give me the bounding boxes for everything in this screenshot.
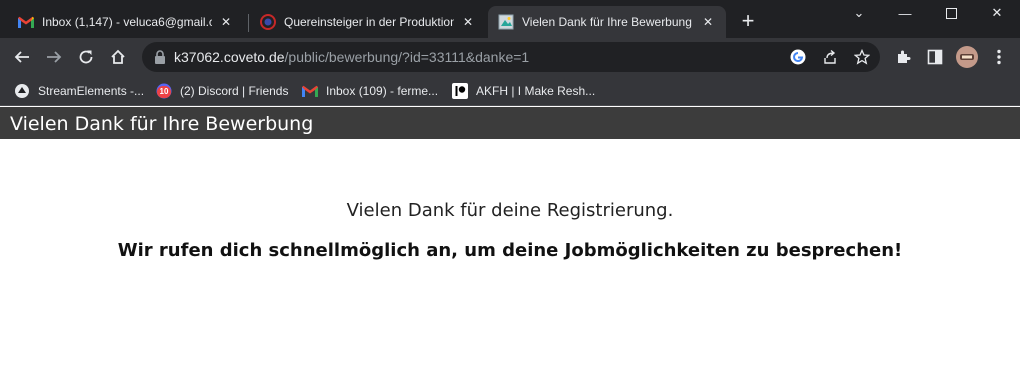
lock-icon xyxy=(155,50,165,64)
confirmation-message: Vielen Dank für deine Registrierung. xyxy=(346,200,674,221)
page-title: Vielen Dank für Ihre Bewerbung xyxy=(10,113,314,135)
maximize-icon[interactable] xyxy=(928,0,974,26)
streamelements-icon xyxy=(14,83,30,99)
site-icon xyxy=(260,14,276,30)
forward-button[interactable] xyxy=(40,43,68,71)
tab-title: Inbox (1,147) - veluca6@gmail.co xyxy=(42,15,212,29)
reload-button[interactable] xyxy=(72,43,100,71)
new-tab-button[interactable]: + xyxy=(736,10,760,34)
gmail-icon xyxy=(18,14,34,30)
url-host: k37062.coveto.de xyxy=(174,49,285,65)
tab-title: Vielen Dank für Ihre Bewerbung xyxy=(522,15,692,29)
bookmark-label: AKFH | I Make Resh... xyxy=(476,84,596,98)
google-translate-icon[interactable] xyxy=(788,47,808,67)
browser-toolbar: k37062.coveto.de/public/bewerbung/?id=33… xyxy=(0,38,1020,76)
address-bar[interactable]: k37062.coveto.de/public/bewerbung/?id=33… xyxy=(142,42,880,72)
discord-icon: 10 xyxy=(156,83,172,99)
close-icon[interactable]: ✕ xyxy=(460,14,476,30)
close-icon[interactable]: ✕ xyxy=(700,14,716,30)
close-window-icon[interactable]: ✕ xyxy=(974,0,1020,26)
side-panel-icon[interactable] xyxy=(925,47,945,67)
notification-badge: 10 xyxy=(157,86,171,98)
patreon-icon xyxy=(452,83,468,99)
tab-quereinsteiger[interactable]: Quereinsteiger in der Produktion ✕ xyxy=(250,6,486,38)
bookmark-star-icon[interactable] xyxy=(852,47,872,67)
bookmark-discord[interactable]: 10 (2) Discord | Friends xyxy=(156,80,288,102)
bookmark-label: StreamElements -... xyxy=(38,84,145,98)
bookmark-label: (2) Discord | Friends xyxy=(180,84,289,98)
url-path: /public/bewerbung/?id=33111&danke=1 xyxy=(284,49,530,65)
chevron-down-icon[interactable]: ⌄ xyxy=(836,0,882,26)
extensions-icon[interactable] xyxy=(893,47,913,67)
share-icon[interactable] xyxy=(820,47,840,67)
gmail-icon xyxy=(302,83,318,99)
bookmarks-bar: StreamElements -... 10 (2) Discord | Fri… xyxy=(0,76,1020,106)
page-content: Vielen Dank für deine Registrierung. Wir… xyxy=(0,139,1020,392)
home-button[interactable] xyxy=(104,43,132,71)
bookmark-gmail[interactable]: Inbox (109) - ferme... xyxy=(302,80,438,102)
page-icon xyxy=(498,14,514,30)
tab-inbox[interactable]: Inbox (1,147) - veluca6@gmail.co ✕ xyxy=(8,6,244,38)
tab-title: Quereinsteiger in der Produktion xyxy=(284,15,454,29)
callback-message: Wir rufen dich schnellmöglich an, um dei… xyxy=(117,240,903,261)
tab-strip: Inbox (1,147) - veluca6@gmail.co ✕ Quere… xyxy=(0,0,1020,38)
minimize-icon[interactable]: — xyxy=(882,0,928,26)
kebab-menu-icon[interactable] xyxy=(989,47,1009,67)
page-header: Vielen Dank für Ihre Bewerbung xyxy=(0,107,1020,139)
bookmark-streamelements[interactable]: StreamElements -... xyxy=(14,80,144,102)
tab-separator xyxy=(248,14,249,32)
profile-avatar-icon[interactable] xyxy=(955,45,979,69)
bookmark-label: Inbox (109) - ferme... xyxy=(326,84,439,98)
bookmark-akfh[interactable]: AKFH | I Make Resh... xyxy=(452,80,595,102)
back-button[interactable] xyxy=(8,43,36,71)
url-text[interactable]: k37062.coveto.de/public/bewerbung/?id=33… xyxy=(174,49,529,65)
tab-vielen-dank[interactable]: Vielen Dank für Ihre Bewerbung ✕ xyxy=(488,6,726,38)
close-icon[interactable]: ✕ xyxy=(218,14,234,30)
